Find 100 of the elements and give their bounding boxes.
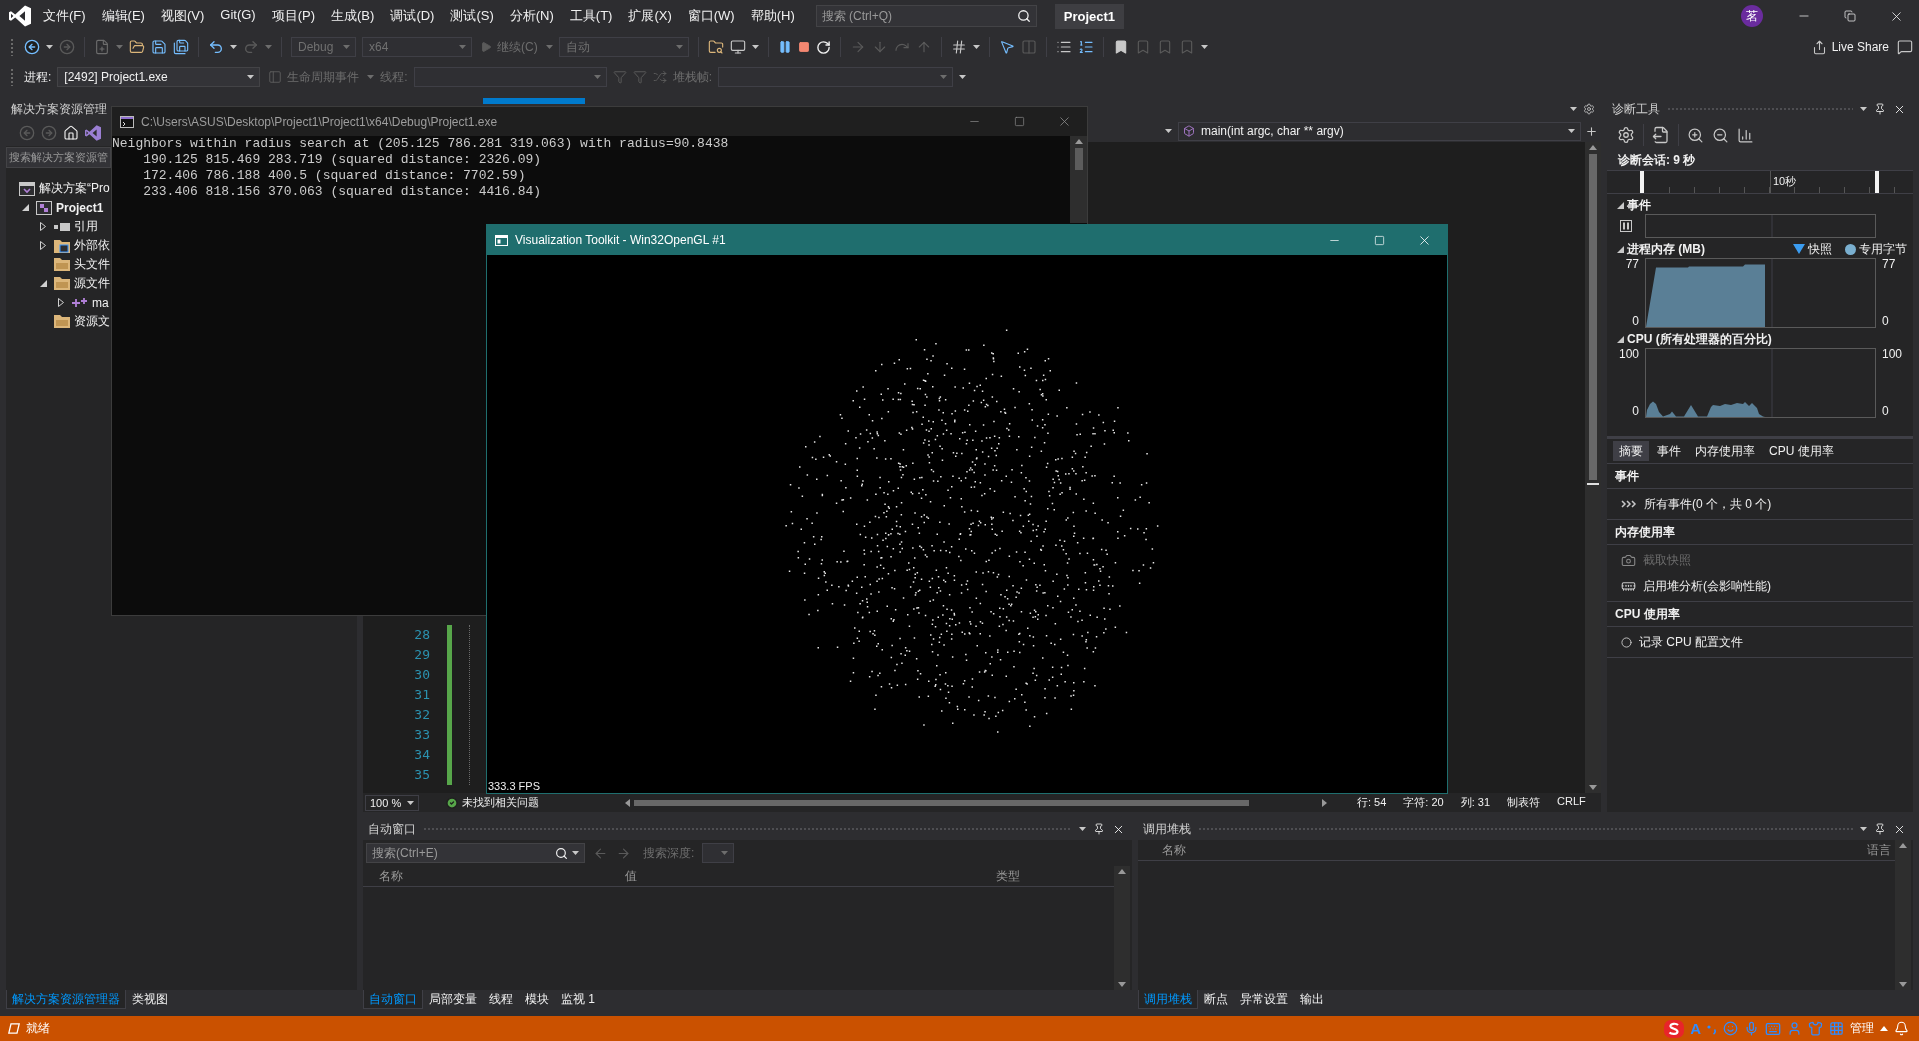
- scroll-up-icon[interactable]: [1118, 869, 1126, 874]
- pause-icon[interactable]: [1620, 220, 1632, 232]
- caret-icon[interactable]: [959, 75, 967, 79]
- tree-item[interactable]: 解决方案“Pro: [39, 180, 110, 197]
- list-icon[interactable]: [1055, 39, 1072, 55]
- timeline-ruler[interactable]: 10秒: [1607, 170, 1913, 194]
- pause-icon[interactable]: [777, 40, 792, 54]
- tree-item[interactable]: 外部依: [74, 237, 110, 254]
- menu-item[interactable]: 生成(B): [323, 3, 383, 29]
- menu-item[interactable]: 分析(N): [501, 3, 562, 29]
- summary-link[interactable]: 记录 CPU 配置文件: [1639, 633, 1743, 651]
- tree-item[interactable]: 引用: [74, 218, 98, 235]
- function-dropdown[interactable]: main(int argc, char ** argv): [1178, 121, 1581, 141]
- panel-tab[interactable]: 调用堆栈: [1138, 990, 1198, 1009]
- panel-tab[interactable]: 类视图: [126, 990, 174, 1009]
- numbered-list-icon[interactable]: [1077, 39, 1094, 55]
- bar-chart-icon[interactable]: [1737, 126, 1754, 144]
- vertical-scrollbar[interactable]: [1114, 866, 1130, 990]
- menu-item[interactable]: 工具(T): [561, 3, 621, 29]
- zoom-dropdown[interactable]: 100 %: [365, 794, 419, 811]
- pin-icon[interactable]: [1093, 823, 1105, 835]
- stop-icon[interactable]: [797, 41, 810, 53]
- arrow-left-icon[interactable]: [24, 39, 40, 55]
- panel-tab[interactable]: 解决方案资源管理器: [6, 990, 126, 1009]
- scroll-up-icon[interactable]: [1899, 843, 1907, 848]
- tree-item[interactable]: 资源文: [74, 313, 110, 330]
- caret-icon[interactable]: [1860, 827, 1867, 831]
- tree-item[interactable]: 源文件: [74, 275, 110, 292]
- menu-item[interactable]: 调试(D): [382, 3, 443, 29]
- restore-icon[interactable]: [1844, 10, 1856, 22]
- pin-icon[interactable]: [1874, 103, 1886, 115]
- pointer-icon[interactable]: [998, 39, 1015, 55]
- summary-link[interactable]: 启用堆分析(会影响性能): [1643, 577, 1771, 595]
- menu-item[interactable]: 编辑(E): [93, 3, 153, 29]
- search-depth-dropdown[interactable]: [702, 843, 735, 863]
- collapsed-arrow-icon[interactable]: [40, 222, 46, 231]
- settings-icon[interactable]: [1583, 103, 1595, 115]
- column-header[interactable]: 语言: [1859, 841, 1895, 859]
- menu-item[interactable]: 扩展(X): [620, 3, 680, 29]
- collapse-triangle-icon[interactable]: [1617, 335, 1624, 343]
- menu-item[interactable]: 项目(P): [263, 3, 324, 29]
- settings-icon[interactable]: [1617, 126, 1635, 144]
- diagnostic-tab[interactable]: 内存使用率: [1689, 441, 1761, 461]
- tree-item[interactable]: 头文件: [74, 256, 110, 273]
- panel-tab[interactable]: 监视 1: [555, 990, 601, 1009]
- caret-icon[interactable]: [1860, 107, 1867, 111]
- collapsed-arrow-icon[interactable]: [58, 298, 64, 307]
- expanded-arrow-icon[interactable]: [39, 280, 47, 287]
- caret-icon[interactable]: [230, 45, 237, 49]
- scroll-down-icon[interactable]: [1118, 982, 1126, 987]
- panel-tab[interactable]: 输出: [1294, 990, 1330, 1009]
- menu-item[interactable]: 文件(F): [35, 3, 94, 29]
- issues-status[interactable]: 未找到相关问题: [462, 795, 539, 810]
- caret-icon[interactable]: [1568, 129, 1575, 133]
- caret-icon[interactable]: [751, 45, 759, 49]
- file-arrow-icon[interactable]: [1652, 126, 1670, 144]
- monitor-icon[interactable]: [729, 39, 746, 55]
- account-avatar[interactable]: 茗: [1741, 5, 1763, 27]
- panel-tab[interactable]: 断点: [1198, 990, 1234, 1009]
- caret-icon[interactable]: [46, 45, 53, 49]
- scroll-thumb[interactable]: [1074, 148, 1083, 170]
- maximize-icon[interactable]: [1014, 116, 1025, 127]
- search-field[interactable]: 搜索解决方案资源管: [6, 147, 111, 168]
- caret-icon[interactable]: [247, 75, 255, 79]
- panel-tab[interactable]: 异常设置: [1234, 990, 1294, 1009]
- search-icon[interactable]: [1016, 9, 1031, 23]
- ime-label[interactable]: 管理: [1850, 1020, 1874, 1037]
- live-share-button[interactable]: Live Share: [1809, 36, 1891, 58]
- home-icon[interactable]: [63, 125, 79, 141]
- panel-tab[interactable]: 自动窗口: [363, 990, 423, 1009]
- caret-icon[interactable]: [1570, 107, 1577, 111]
- logo-icon[interactable]: [1664, 1019, 1685, 1038]
- caret-icon[interactable]: [972, 45, 980, 49]
- pin-icon[interactable]: [1874, 823, 1886, 835]
- scroll-down-icon[interactable]: [1589, 785, 1597, 790]
- speech-bubble-icon[interactable]: [1897, 39, 1913, 55]
- caret-up-icon[interactable]: [1880, 1026, 1888, 1031]
- diagnostic-tab[interactable]: CPU 使用率: [1763, 441, 1840, 461]
- collapse-triangle-icon[interactable]: [1617, 245, 1624, 253]
- folder-search-icon[interactable]: [707, 39, 724, 55]
- scroll-thumb[interactable]: [1589, 154, 1597, 480]
- floppy-disks-icon[interactable]: [173, 39, 189, 55]
- collapsed-arrow-icon[interactable]: [40, 241, 46, 250]
- process-dropdown[interactable]: [2492] Project1.exe: [57, 67, 261, 87]
- horizontal-scrollbar[interactable]: [623, 796, 1329, 809]
- zoom-in-icon[interactable]: [1687, 126, 1704, 144]
- undo-icon[interactable]: [208, 39, 224, 55]
- tree-item[interactable]: Project1: [56, 200, 104, 215]
- column-header[interactable]: 类型: [984, 867, 1114, 885]
- caret-icon[interactable]: [407, 800, 414, 805]
- menu-item[interactable]: 窗口(W): [679, 3, 743, 29]
- toolbar-grip[interactable]: [10, 68, 14, 86]
- search-icon[interactable]: [555, 846, 568, 860]
- menu-item[interactable]: Git(G): [212, 3, 264, 29]
- restart-icon[interactable]: [815, 39, 831, 55]
- expanded-arrow-icon[interactable]: [21, 204, 29, 211]
- diagnostic-tab[interactable]: 事件: [1651, 441, 1687, 461]
- caret-icon[interactable]: [572, 851, 579, 855]
- search-field[interactable]: 搜索(Ctrl+E): [366, 843, 585, 863]
- scroll-up-icon[interactable]: [1589, 145, 1597, 150]
